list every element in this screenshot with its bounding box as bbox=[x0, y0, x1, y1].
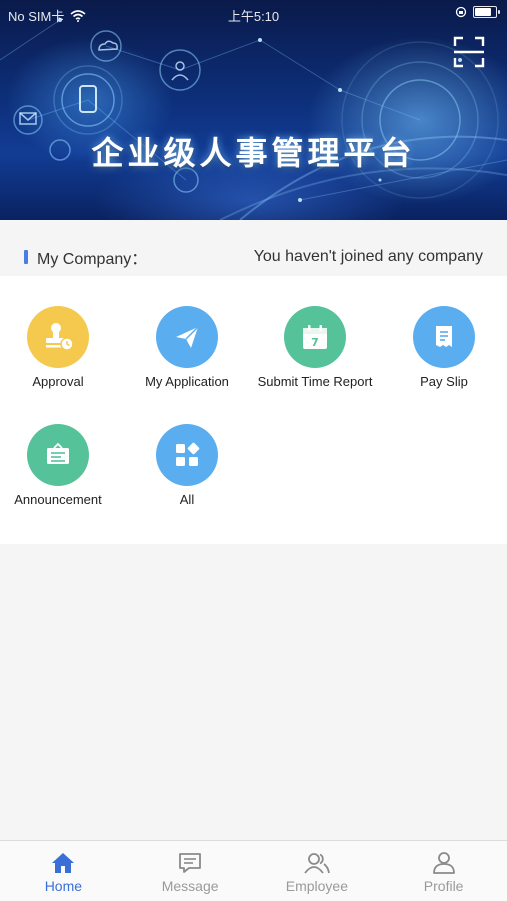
company-marker bbox=[24, 250, 28, 264]
announcement-label: Announcement bbox=[14, 492, 102, 507]
tab-message[interactable]: Message bbox=[127, 841, 254, 901]
pay-slip-item[interactable]: Pay Slip bbox=[381, 306, 507, 390]
tab-employee[interactable]: Employee bbox=[254, 841, 381, 901]
all-label: All bbox=[179, 492, 195, 507]
tab-message-label: Message bbox=[161, 878, 219, 894]
notice-board-icon bbox=[27, 424, 89, 486]
home-icon bbox=[52, 853, 75, 873]
all-item[interactable]: All bbox=[124, 424, 250, 508]
pay-slip-label: Pay Slip bbox=[420, 374, 468, 389]
stamp-icon bbox=[27, 306, 89, 368]
calendar-icon: 7 bbox=[284, 306, 346, 368]
header-banner: No SIM卡 上午5:10 企业级人事管理平台 bbox=[0, 0, 507, 220]
company-status[interactable]: You haven't joined any company bbox=[254, 248, 507, 266]
employee-icon bbox=[304, 853, 330, 874]
company-label: My Company： bbox=[37, 251, 148, 268]
tab-profile[interactable]: Profile bbox=[380, 841, 507, 901]
grid-icon bbox=[156, 424, 218, 486]
scan-icon bbox=[453, 36, 485, 68]
tab-employee-label: Employee bbox=[285, 878, 348, 894]
banner-background-graphic bbox=[0, 18, 507, 220]
submit-time-report-item[interactable]: 7 Submit Time Report bbox=[252, 306, 378, 390]
my-application-label: My Application bbox=[145, 374, 229, 389]
message-icon bbox=[179, 853, 202, 873]
tab-home[interactable]: Home bbox=[0, 841, 127, 901]
banner-title: 企业级人事管理平台 bbox=[91, 134, 416, 172]
orientation-lock-icon bbox=[455, 6, 467, 18]
svg-text:7: 7 bbox=[311, 336, 319, 349]
paper-plane-icon bbox=[156, 306, 218, 368]
tab-profile-label: Profile bbox=[423, 878, 464, 894]
my-application-item[interactable]: My Application bbox=[124, 306, 250, 390]
approval-label: Approval bbox=[32, 374, 84, 389]
status-bar: No SIM卡 上午5:10 bbox=[0, 0, 507, 28]
battery-icon bbox=[473, 6, 500, 18]
receipt-icon bbox=[413, 306, 475, 368]
approval-item[interactable]: Approval bbox=[0, 306, 121, 390]
company-bar: My Company： You haven't joined any compa… bbox=[0, 238, 507, 276]
feature-grid: Approval My Application 7 Submit Time Re… bbox=[0, 276, 507, 544]
scan-button[interactable] bbox=[453, 36, 485, 68]
status-time: 上午5:10 bbox=[227, 9, 280, 24]
profile-icon bbox=[432, 852, 455, 874]
submit-time-report-label: Submit Time Report bbox=[257, 374, 373, 389]
tab-bar: Home Message Employee Profile bbox=[0, 840, 507, 901]
announcement-item[interactable]: Announcement bbox=[0, 424, 121, 508]
tab-home-label: Home bbox=[44, 878, 83, 894]
